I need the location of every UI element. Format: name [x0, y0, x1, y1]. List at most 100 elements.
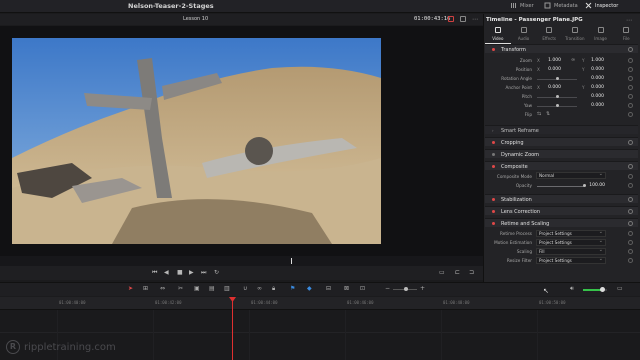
zoom-row: Zoom X 1.000 ∞ Y 1.000: [485, 56, 638, 65]
scaling-select[interactable]: Fill: [536, 247, 606, 255]
mark-in-icon[interactable]: ⊏: [455, 269, 460, 276]
opacity-slider[interactable]: [537, 185, 584, 187]
scrubber-playhead[interactable]: [291, 258, 292, 264]
metadata-icon: [544, 2, 551, 9]
position-row: Position X 0.000 Y 0.000: [485, 65, 638, 74]
timeline-playhead[interactable]: [232, 297, 233, 360]
mark-out-icon[interactable]: ⊐: [469, 269, 474, 276]
rotation-value[interactable]: 0.000: [584, 76, 604, 81]
tab-transition[interactable]: Transition: [562, 26, 588, 44]
blade-tool-icon[interactable]: ✂: [178, 285, 183, 292]
reverse-icon[interactable]: ◀: [164, 269, 169, 276]
tab-file[interactable]: File: [613, 26, 639, 44]
snapping-icon[interactable]: ∪: [243, 285, 247, 292]
zoom-x-value[interactable]: 1.000: [541, 58, 561, 63]
play-icon[interactable]: ▶: [189, 269, 194, 276]
last-frame-icon[interactable]: ⏭: [201, 269, 206, 277]
mixer-tab[interactable]: Mixer: [510, 2, 534, 9]
viewer-more-icon[interactable]: ⋯: [472, 16, 478, 23]
stop-icon[interactable]: ■: [177, 269, 183, 276]
viewer-options-icon[interactable]: [448, 16, 454, 22]
pitch-reset-icon[interactable]: [628, 94, 633, 99]
inspector-tab-label: Inspector: [595, 2, 619, 9]
tab-video[interactable]: Video: [485, 26, 511, 44]
volume-fill: [583, 289, 601, 291]
trim-tool-icon[interactable]: ⊞: [143, 285, 148, 292]
transform-section[interactable]: Transform: [485, 44, 638, 53]
cropping-section[interactable]: Cropping: [485, 137, 638, 146]
position-y-value[interactable]: 0.000: [584, 67, 604, 72]
detail-zoom-icon[interactable]: ⊠: [344, 285, 349, 292]
viewer-mode-icon[interactable]: [460, 16, 466, 22]
loop-icon[interactable]: ↻: [214, 269, 219, 276]
position-x-value[interactable]: 0.000: [541, 67, 561, 72]
zoom-reset-icon[interactable]: [628, 58, 633, 63]
custom-zoom-icon[interactable]: ⊡: [360, 285, 365, 292]
reset-icon[interactable]: [628, 47, 633, 52]
stabilization-section[interactable]: Stabilization: [485, 194, 638, 203]
anchor-row: Anchor Point X 0.000 Y 0.000: [485, 83, 638, 92]
retime-section[interactable]: Retime and Scaling: [485, 218, 638, 227]
zoom-out-icon[interactable]: −: [385, 285, 390, 292]
composite-mode-select[interactable]: Normal: [536, 171, 606, 179]
match-frame-icon[interactable]: ▭: [439, 269, 445, 276]
ruler-tc-6: 01:00:50:00: [539, 300, 566, 305]
insert-icon[interactable]: ▣: [194, 285, 200, 292]
inspector-tab[interactable]: Inspector: [585, 2, 618, 9]
overwrite-icon[interactable]: ▤: [209, 285, 215, 292]
anchor-reset-icon[interactable]: [628, 85, 633, 90]
retime-process-select[interactable]: Project Settings: [536, 229, 606, 237]
viewer-timecode[interactable]: 01:00:43:16: [414, 16, 450, 22]
flip-reset-icon[interactable]: [628, 112, 633, 117]
selection-tool-icon[interactable]: ➤: [128, 285, 133, 292]
anchor-y-value[interactable]: 0.000: [584, 85, 604, 90]
viewer-header: [0, 14, 483, 25]
dynamic-zoom-section[interactable]: Dynamic Zoom: [485, 149, 638, 158]
tab-image[interactable]: Image: [588, 26, 614, 44]
anchor-x-value[interactable]: 0.000: [541, 85, 561, 90]
composite-mode-reset-icon[interactable]: [628, 174, 633, 179]
viewer-timeline-name[interactable]: Lesson 10: [183, 16, 208, 22]
opacity-value[interactable]: 100.00: [585, 183, 605, 188]
tab-audio[interactable]: Audio: [511, 26, 537, 44]
opacity-reset-icon[interactable]: [628, 183, 633, 188]
full-extent-zoom-icon[interactable]: ⊟: [326, 285, 331, 292]
link-icon[interactable]: ∞: [571, 57, 575, 63]
zoom-y-value[interactable]: 1.000: [584, 58, 604, 63]
inspector-more-icon[interactable]: ⋯: [626, 17, 632, 24]
flip-horizontal-icon[interactable]: ⇆: [537, 111, 541, 117]
audio-meter-icon[interactable]: ▭: [617, 285, 623, 292]
yaw-reset-icon[interactable]: [628, 103, 633, 108]
composite-section[interactable]: Composite: [485, 161, 638, 170]
zoom-in-icon[interactable]: +: [420, 285, 425, 292]
flag-icon[interactable]: ⚑: [290, 285, 295, 292]
speaker-icon[interactable]: 🔊︎: [570, 285, 574, 293]
linked-selection-icon[interactable]: ∞: [257, 285, 262, 292]
yaw-row: Yaw 0.000: [485, 101, 638, 110]
yaw-knob[interactable]: [556, 104, 559, 107]
pitch-value[interactable]: 0.000: [584, 94, 604, 99]
resize-filter-select[interactable]: Project Settings: [536, 256, 606, 264]
volume-knob[interactable]: [600, 287, 605, 292]
motion-estimation-select[interactable]: Project Settings: [536, 238, 606, 246]
position-reset-icon[interactable]: [628, 67, 633, 72]
dynamic-trim-icon[interactable]: ⇔: [160, 285, 165, 292]
timeline-zoom-knob[interactable]: [404, 287, 408, 291]
smart-reframe-section[interactable]: › Smart Reframe: [485, 125, 638, 134]
viewer-scrubber[interactable]: [0, 256, 483, 266]
section-enable-dot[interactable]: [492, 48, 495, 51]
expand-icon: ›: [492, 128, 494, 133]
first-frame-icon[interactable]: ⏮: [152, 269, 157, 277]
rotation-knob[interactable]: [556, 77, 559, 80]
lock-icon[interactable]: 🔒︎: [272, 285, 275, 293]
replace-icon[interactable]: ▥: [224, 285, 230, 292]
metadata-tab[interactable]: Metadata: [544, 2, 578, 9]
marker-icon[interactable]: ◆: [307, 285, 312, 292]
pitch-knob[interactable]: [556, 95, 559, 98]
yaw-value[interactable]: 0.000: [584, 103, 604, 108]
lens-correction-section[interactable]: Lens Correction: [485, 206, 638, 215]
ruler-tc-2: 01:00:42:00: [155, 300, 182, 305]
rotation-reset-icon[interactable]: [628, 76, 633, 81]
tab-effects[interactable]: Effects: [536, 26, 562, 44]
flip-vertical-icon[interactable]: ⇅: [546, 111, 550, 117]
